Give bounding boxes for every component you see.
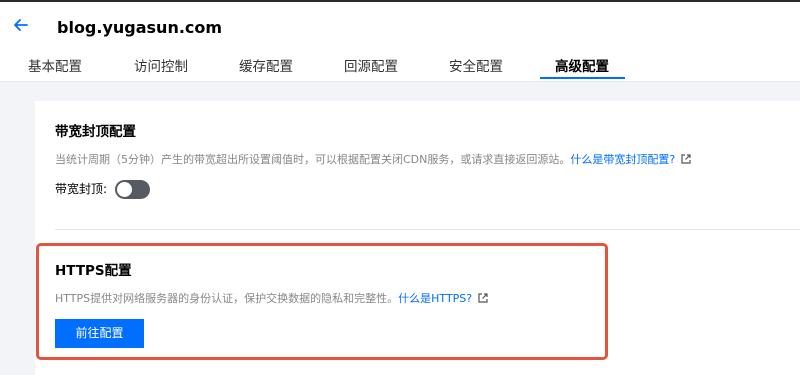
tab-cache-config[interactable]: 缓存配置 (239, 58, 293, 82)
bandwidth-cap-description: 当统计周期（5分钟）产生的带宽超出所设置阈值时，可以根据配置关闭CDN服务，或请… (55, 152, 691, 168)
external-link-icon[interactable] (681, 153, 691, 164)
tab-bar: 基本配置 访问控制 缓存配置 回源配置 安全配置 高级配置 (0, 58, 800, 82)
bandwidth-cap-help-link[interactable]: 什么是带宽封顶配置? (570, 153, 675, 166)
bandwidth-cap-toggle[interactable] (115, 180, 150, 199)
https-highlight-box (36, 243, 608, 360)
section-divider (55, 229, 800, 230)
tab-basic-config[interactable]: 基本配置 (28, 58, 82, 82)
page-title: blog.yugasun.com (57, 18, 223, 37)
tab-access-control[interactable]: 访问控制 (134, 58, 188, 82)
arrow-left-icon[interactable] (12, 16, 30, 34)
toggle-knob (117, 182, 132, 197)
bandwidth-cap-toggle-label: 带宽封顶: (55, 182, 108, 196)
page-header: blog.yugasun.com 基本配置 访问控制 缓存配置 回源配置 安全配… (0, 2, 800, 82)
bandwidth-cap-title: 带宽封顶配置 (55, 124, 136, 140)
tab-security-config[interactable]: 安全配置 (449, 58, 503, 82)
tab-origin-config[interactable]: 回源配置 (344, 58, 398, 82)
active-tab-indicator (540, 77, 625, 79)
bandwidth-cap-description-text: 当统计周期（5分钟）产生的带宽超出所设置阈值时，可以根据配置关闭CDN服务，或请… (55, 153, 571, 166)
